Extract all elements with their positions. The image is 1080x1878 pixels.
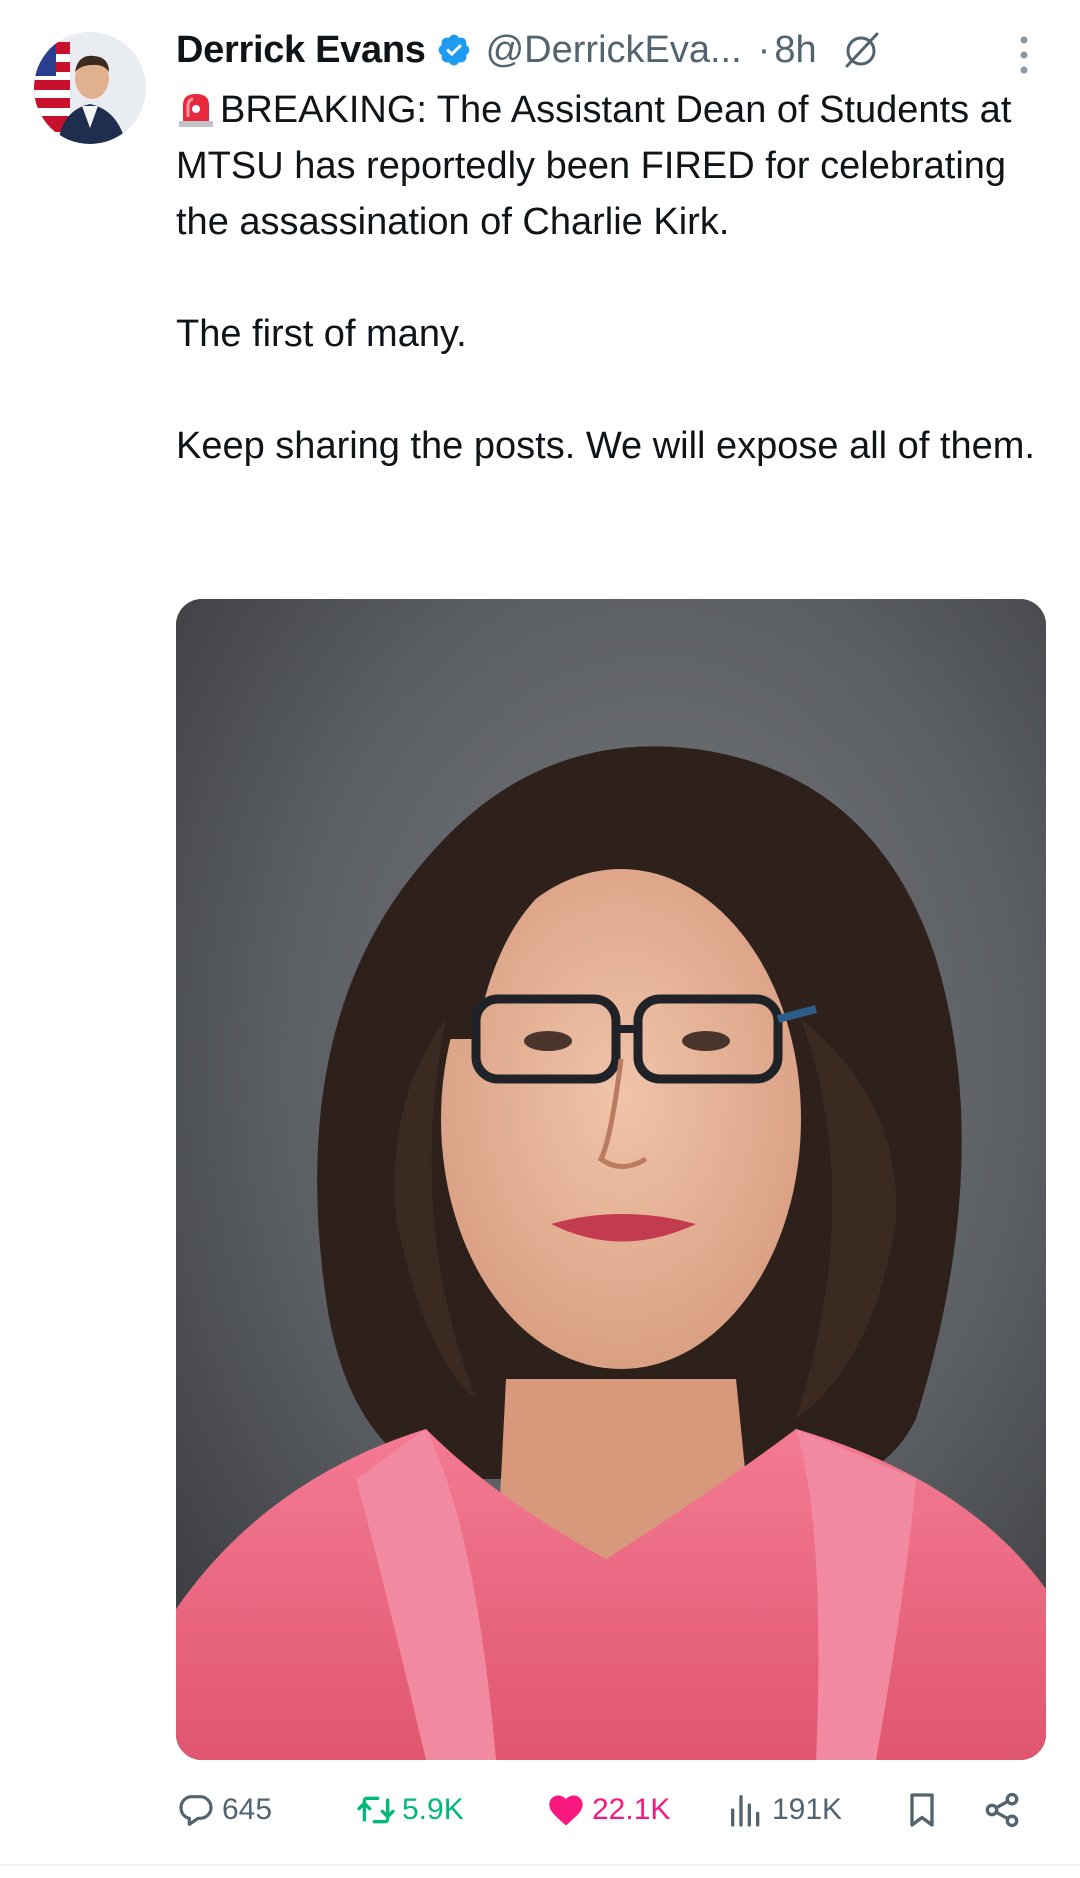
tweet-photo[interactable]	[176, 599, 1046, 1760]
avatar[interactable]	[34, 32, 146, 144]
retweet-button[interactable]: 5.9K	[356, 1782, 464, 1838]
share-button[interactable]	[982, 1782, 1022, 1838]
verified-badge-icon	[438, 34, 469, 66]
siren-emoji-icon	[179, 94, 213, 127]
divider	[0, 1864, 1080, 1866]
separator-dot: ·	[757, 28, 771, 71]
views-count: 191K	[772, 1793, 843, 1826]
timestamp[interactable]: 8h	[774, 29, 816, 72]
paragraph-3: Keep sharing the posts. We will expose a…	[176, 425, 1035, 467]
like-button[interactable]: 22.1K	[546, 1782, 670, 1838]
action-bar: 645 5.9K 22.1K 191K	[176, 1782, 1046, 1838]
like-icon	[549, 1795, 583, 1826]
reply-icon	[179, 1795, 213, 1826]
paragraph-2: The first of many.	[176, 313, 467, 355]
author-name[interactable]: Derrick Evans	[176, 29, 426, 72]
like-count: 22.1K	[592, 1793, 671, 1826]
share-icon	[985, 1792, 1019, 1828]
bookmark-button[interactable]	[902, 1782, 942, 1838]
reply-button[interactable]: 645	[176, 1782, 272, 1838]
author-handle[interactable]: @DerrickEva...	[486, 29, 742, 72]
grok-icon[interactable]	[839, 28, 883, 72]
reply-count: 645	[222, 1793, 273, 1826]
tweet[interactable]: Derrick Evans @DerrickEva... · 8h BREAKI…	[0, 0, 1080, 1878]
bookmark-icon	[910, 1793, 934, 1827]
views-button[interactable]: 191K	[726, 1782, 842, 1838]
tweet-text: BREAKING: The Assistant Dean of Students…	[176, 82, 1056, 474]
tweet-header: Derrick Evans @DerrickEva... · 8h	[176, 24, 1046, 76]
retweet-count: 5.9K	[402, 1793, 464, 1826]
views-icon	[731, 1795, 760, 1827]
retweet-icon	[357, 1796, 395, 1824]
more-options-icon[interactable]	[1010, 32, 1038, 78]
paragraph-1: BREAKING: The Assistant Dean of Students…	[176, 82, 1056, 250]
paragraph-1-text: BREAKING: The Assistant Dean of Students…	[176, 89, 1012, 243]
